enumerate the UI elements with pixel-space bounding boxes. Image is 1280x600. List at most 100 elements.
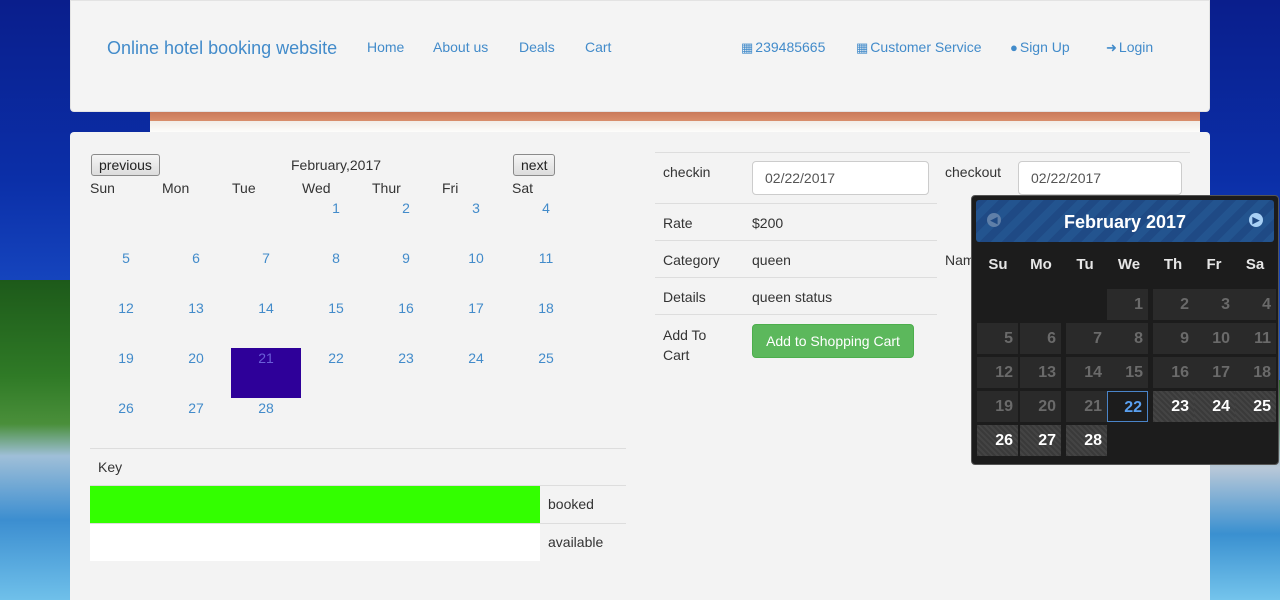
datepicker-weekday: Tu <box>1076 256 1094 273</box>
datepicker-day: 20 <box>1020 391 1061 422</box>
next-month-button[interactable]: next <box>513 154 556 176</box>
datepicker-weekday: Th <box>1163 256 1183 273</box>
customer-service-label: Customer Service <box>870 39 982 55</box>
calendar-day[interactable]: 18 <box>511 298 581 348</box>
datepicker-title: February 2017 <box>1063 212 1187 232</box>
login-icon: ➜ <box>1106 40 1117 55</box>
calendar-day[interactable]: 25 <box>511 348 581 398</box>
weekday-header: Tue <box>232 180 256 196</box>
datepicker-weekday: Sa <box>1245 256 1265 273</box>
calendar-day[interactable]: 24 <box>441 348 511 398</box>
datepicker-header: ◀ February 2017 ▶ <box>976 200 1274 242</box>
calendar-day[interactable]: 8 <box>301 248 371 298</box>
calendar-day[interactable]: 9 <box>371 248 441 298</box>
weekday-header: Mon <box>162 180 190 196</box>
calendar-day[interactable]: 28 <box>231 398 301 448</box>
datepicker-day: 10 <box>1194 323 1235 354</box>
rate-label: Rate <box>663 215 693 231</box>
nav-phone[interactable]: ▦ 239485665 <box>741 39 825 56</box>
calendar-day[interactable]: 23 <box>371 348 441 398</box>
calendar-day[interactable]: 26 <box>91 398 161 448</box>
sign-up-label: Sign Up <box>1019 39 1070 55</box>
calendar-day[interactable]: 12 <box>91 298 161 348</box>
weekday-header: Sun <box>90 180 115 196</box>
datepicker-day[interactable]: 27 <box>1020 425 1061 456</box>
weekday-header: Thur <box>372 180 401 196</box>
background-palm-pool <box>0 280 70 600</box>
calendar-day[interactable]: 21 <box>231 348 301 398</box>
add-to-cart-button[interactable]: Add to Shopping Cart <box>752 324 914 358</box>
datepicker-day[interactable]: 26 <box>977 425 1018 456</box>
key-table: Key booked available <box>90 448 626 561</box>
datepicker-day[interactable]: 22 <box>1107 391 1148 422</box>
calendar-day[interactable]: 4 <box>511 198 581 248</box>
calendar-day[interactable]: 16 <box>371 298 441 348</box>
datepicker-day: 13 <box>1020 357 1061 388</box>
calendar-day[interactable]: 1 <box>301 198 371 248</box>
category-label: Category <box>663 252 720 268</box>
previous-month-button[interactable]: previous <box>91 154 160 176</box>
weekday-header: Fri <box>442 180 459 196</box>
calendar-day[interactable]: 15 <box>301 298 371 348</box>
checkout-input[interactable]: 02/22/2017 <box>1018 161 1182 195</box>
phone-number: 239485665 <box>755 39 826 55</box>
calendar-day[interactable]: 6 <box>161 248 231 298</box>
calendar-day[interactable]: 27 <box>161 398 231 448</box>
building-icon: ▦ <box>856 40 869 55</box>
datepicker-day: 17 <box>1194 357 1235 388</box>
datepicker-day: 21 <box>1066 391 1107 422</box>
calendar-day[interactable]: 17 <box>441 298 511 348</box>
checkin-label: checkin <box>663 164 711 180</box>
checkin-input[interactable]: 02/22/2017 <box>752 161 929 195</box>
datepicker-day: 1 <box>1107 289 1148 320</box>
details-label: Details <box>663 289 706 305</box>
nav-home[interactable]: Home <box>367 39 404 55</box>
weekday-header: Sat <box>512 180 534 196</box>
datepicker-day: 6 <box>1020 323 1061 354</box>
brand-link[interactable]: Online hotel booking website <box>107 38 337 59</box>
nav-about-us[interactable]: About us <box>433 39 488 55</box>
add-to-cart-label: Add To Cart <box>663 325 706 365</box>
add-to-cart-label-line1: Add To <box>663 327 707 343</box>
calendar-day[interactable]: 19 <box>91 348 161 398</box>
rate-value: $200 <box>752 215 784 231</box>
navbar: Online hotel booking website Home About … <box>70 0 1210 112</box>
datepicker-day[interactable]: 28 <box>1066 425 1107 456</box>
calendar-title: February,2017 <box>291 157 382 173</box>
nav-deals[interactable]: Deals <box>519 39 555 55</box>
login-label: Login <box>1118 39 1154 55</box>
nav-cart[interactable]: Cart <box>585 39 611 55</box>
datepicker-popup: ◀ February 2017 ▶ Su Mo Tu We Th Fr Sa 1… <box>971 195 1279 465</box>
datepicker-day[interactable]: 25 <box>1235 391 1276 422</box>
datepicker-day[interactable]: 24 <box>1194 391 1235 422</box>
calendar-day[interactable]: 5 <box>91 248 161 298</box>
calendar-day[interactable]: 13 <box>161 298 231 348</box>
calendar-day[interactable]: 11 <box>511 248 581 298</box>
calendar-day[interactable]: 14 <box>231 298 301 348</box>
nav-sign-up[interactable]: ● Sign Up <box>1010 39 1070 55</box>
calendar-day[interactable]: 20 <box>161 348 231 398</box>
datepicker-weekday: Su <box>988 256 1008 273</box>
nav-login[interactable]: ➜ Login <box>1106 39 1153 56</box>
calendar-day[interactable]: 2 <box>371 198 441 248</box>
rate-row: Rate $200 <box>655 203 937 241</box>
building-icon: ▦ <box>741 40 754 55</box>
key-label: booked <box>548 496 594 512</box>
datepicker-next-icon[interactable]: ▶ <box>1249 213 1263 227</box>
datepicker-day: 7 <box>1066 323 1107 354</box>
category-row: Category queen Nam <box>655 240 975 278</box>
nav-customer-service[interactable]: ▦ Customer Service <box>856 39 982 56</box>
calendar-day[interactable]: 7 <box>231 248 301 298</box>
datepicker-day: 5 <box>977 323 1018 354</box>
datepicker-day: 9 <box>1153 323 1194 354</box>
background-hotel-roof <box>150 112 1200 134</box>
datepicker-weekday: Fr <box>1206 256 1222 273</box>
key-heading: Key <box>90 448 626 485</box>
datepicker-day[interactable]: 23 <box>1153 391 1194 422</box>
datepicker-day: 15 <box>1107 357 1148 388</box>
calendar-day[interactable]: 22 <box>301 348 371 398</box>
calendar-day[interactable]: 3 <box>441 198 511 248</box>
key-label: available <box>548 534 604 550</box>
category-value: queen <box>752 252 791 268</box>
calendar-day[interactable]: 10 <box>441 248 511 298</box>
